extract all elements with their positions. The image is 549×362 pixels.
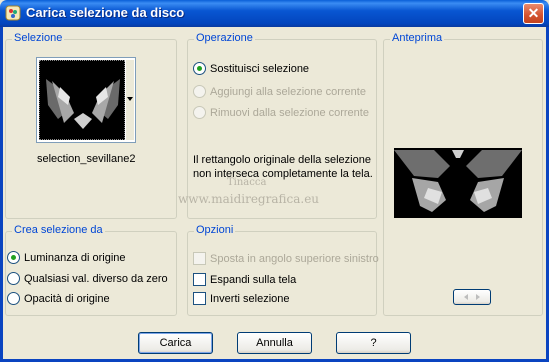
preview-image	[394, 148, 522, 218]
checkbox	[193, 252, 206, 265]
radio-button[interactable]	[7, 272, 20, 285]
radio-button	[193, 85, 206, 98]
help-button[interactable]: ?	[336, 332, 411, 354]
app-icon	[5, 5, 21, 21]
radio-luminanza[interactable]: Luminanza di origine	[7, 251, 126, 264]
close-button[interactable]: ✕	[523, 3, 544, 24]
opzioni-title: Opzioni	[194, 224, 236, 236]
selection-thumbnail-dropdown[interactable]	[36, 57, 136, 143]
carica-button[interactable]: Carica	[138, 332, 213, 354]
crea-selezione-title: Crea selezione da	[12, 224, 105, 236]
checkbox[interactable]	[193, 273, 206, 286]
radio-button[interactable]	[7, 292, 20, 305]
radio-sostituisci[interactable]: Sostituisci selezione	[193, 62, 309, 75]
watermark-url: www.maidiregrafica.eu	[178, 192, 320, 206]
window-title: Carica selezione da disco	[26, 5, 185, 20]
checkbox-label: Sposta in angolo superiore sinistro	[210, 252, 379, 265]
thumbnail-shape	[46, 79, 120, 129]
checkbox-inverti[interactable]: Inverti selezione	[193, 292, 290, 305]
radio-opacita[interactable]: Opacità di origine	[7, 292, 110, 305]
annulla-button[interactable]: Annulla	[237, 332, 312, 354]
zoom-preview-button[interactable]	[453, 289, 491, 305]
radio-label: Luminanza di origine	[24, 251, 126, 264]
radio-button[interactable]	[7, 251, 20, 264]
selection-name: selection_sevillane2	[37, 153, 136, 165]
close-icon: ✕	[527, 5, 540, 21]
radio-label: Qualsiasi val. diverso da zero	[24, 272, 168, 285]
radio-label: Rimuovi dalla selezione corrente	[210, 106, 369, 119]
radio-label: Opacità di origine	[24, 292, 110, 305]
zoom-icon	[464, 294, 480, 300]
selezione-title: Selezione	[12, 32, 65, 44]
operazione-message: Il rettangolo originale della selezione …	[193, 154, 373, 180]
radio-rimuovi: Rimuovi dalla selezione corrente	[193, 106, 369, 119]
title-bar[interactable]: Carica selezione da disco ✕	[0, 0, 549, 27]
operazione-title: Operazione	[194, 32, 255, 44]
watermark-name: Tinacca	[227, 177, 267, 188]
radio-label: Sostituisci selezione	[210, 62, 310, 75]
checkbox-label: Espandi sulla tela	[210, 273, 297, 286]
radio-button	[193, 106, 206, 119]
radio-button[interactable]	[193, 62, 206, 75]
checkbox-sposta: Sposta in angolo superiore sinistro	[193, 252, 379, 265]
radio-label: Aggiungi alla selezione corrente	[210, 85, 366, 98]
anteprima-title: Anteprima	[390, 32, 445, 44]
preview-shape	[394, 150, 522, 212]
dropdown-arrow-icon[interactable]	[126, 60, 134, 140]
radio-aggiungi: Aggiungi alla selezione corrente	[193, 85, 366, 98]
checkbox[interactable]	[193, 292, 206, 305]
selection-thumbnail	[39, 60, 125, 140]
radio-qualsiasi[interactable]: Qualsiasi val. diverso da zero	[7, 272, 168, 285]
checkbox-espandi[interactable]: Espandi sulla tela	[193, 273, 296, 286]
checkbox-label: Inverti selezione	[210, 292, 290, 305]
